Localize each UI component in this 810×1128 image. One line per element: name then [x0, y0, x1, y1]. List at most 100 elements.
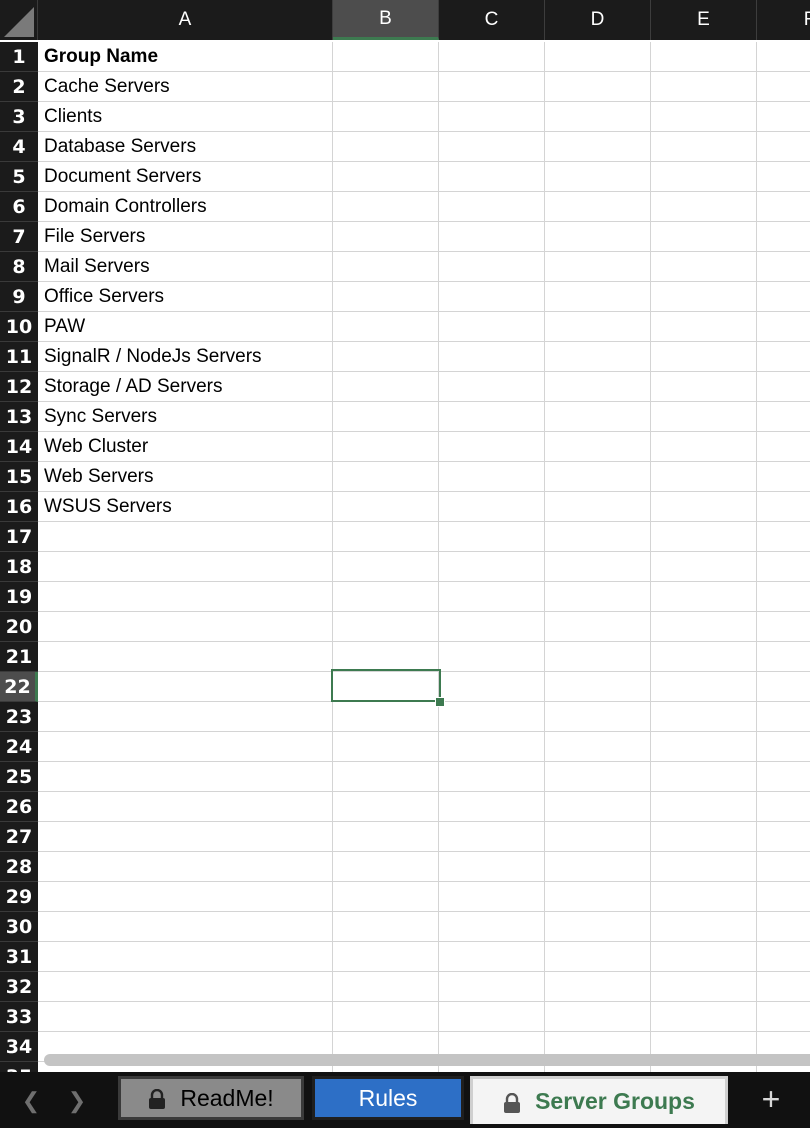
row-header[interactable]: 34 — [0, 1032, 38, 1062]
cell-a[interactable]: Storage / AD Servers — [38, 372, 333, 402]
cell[interactable] — [545, 402, 651, 432]
cell[interactable] — [333, 582, 439, 612]
cell[interactable] — [439, 1002, 545, 1032]
cell-a[interactable] — [38, 612, 333, 642]
column-header-c[interactable]: C — [439, 0, 545, 40]
column-header-d[interactable]: D — [545, 0, 651, 40]
chevron-left-icon[interactable]: ❮ — [20, 1088, 42, 1114]
cell[interactable] — [651, 672, 757, 702]
cell[interactable] — [545, 162, 651, 192]
row-header[interactable]: 30 — [0, 912, 38, 942]
cell[interactable] — [651, 582, 757, 612]
fill-handle[interactable] — [435, 697, 445, 707]
cell[interactable] — [545, 942, 651, 972]
cell[interactable] — [333, 762, 439, 792]
row-header[interactable]: 29 — [0, 882, 38, 912]
cell[interactable] — [757, 732, 810, 762]
row-header[interactable]: 7 — [0, 222, 38, 252]
cell[interactable] — [757, 342, 810, 372]
cell[interactable] — [545, 72, 651, 102]
cell[interactable] — [651, 432, 757, 462]
cell[interactable] — [545, 222, 651, 252]
cell[interactable] — [545, 912, 651, 942]
row-header[interactable]: 2 — [0, 72, 38, 102]
cell[interactable] — [545, 102, 651, 132]
row-header[interactable]: 9 — [0, 282, 38, 312]
cell-a[interactable] — [38, 582, 333, 612]
row-header[interactable]: 28 — [0, 852, 38, 882]
cell[interactable] — [757, 132, 810, 162]
cell-a[interactable] — [38, 852, 333, 882]
cell[interactable] — [439, 162, 545, 192]
cell-a[interactable] — [38, 642, 333, 672]
row-header[interactable]: 18 — [0, 552, 38, 582]
cell-a[interactable]: Clients — [38, 102, 333, 132]
cell[interactable] — [757, 462, 810, 492]
cell[interactable] — [757, 972, 810, 1002]
row-header[interactable]: 12 — [0, 372, 38, 402]
cell[interactable] — [757, 252, 810, 282]
cell[interactable] — [757, 432, 810, 462]
cell-a[interactable] — [38, 672, 333, 702]
column-header-b[interactable]: B — [333, 0, 439, 40]
cell[interactable] — [439, 612, 545, 642]
cell[interactable] — [651, 402, 757, 432]
cell[interactable] — [333, 912, 439, 942]
row-header[interactable]: 21 — [0, 642, 38, 672]
row-header[interactable]: 19 — [0, 582, 38, 612]
cell[interactable] — [333, 732, 439, 762]
cell[interactable] — [651, 972, 757, 1002]
cell[interactable] — [651, 552, 757, 582]
cell[interactable] — [545, 642, 651, 672]
cell[interactable] — [545, 612, 651, 642]
cell[interactable] — [757, 402, 810, 432]
cell[interactable] — [333, 522, 439, 552]
cell[interactable] — [545, 342, 651, 372]
cell[interactable] — [333, 132, 439, 162]
cell-a[interactable] — [38, 792, 333, 822]
cell[interactable] — [545, 522, 651, 552]
cell[interactable] — [333, 162, 439, 192]
cell[interactable] — [757, 882, 810, 912]
cell-a[interactable] — [38, 522, 333, 552]
cell[interactable] — [439, 42, 545, 72]
cell[interactable] — [651, 852, 757, 882]
cell[interactable] — [545, 822, 651, 852]
cell[interactable] — [757, 672, 810, 702]
cell[interactable] — [439, 222, 545, 252]
cell[interactable] — [545, 492, 651, 522]
cell-a[interactable]: Office Servers — [38, 282, 333, 312]
cell-a[interactable] — [38, 822, 333, 852]
row-header[interactable]: 4 — [0, 132, 38, 162]
cell[interactable] — [757, 312, 810, 342]
spreadsheet-grid[interactable]: ABCDEF 1 Group Name 2 Cache Servers 3 Clients… — [0, 0, 810, 1072]
cell[interactable] — [333, 342, 439, 372]
cell[interactable] — [545, 42, 651, 72]
cell[interactable] — [757, 1002, 810, 1032]
cell[interactable] — [333, 222, 439, 252]
cell[interactable] — [333, 612, 439, 642]
cell[interactable] — [333, 882, 439, 912]
cell[interactable] — [333, 312, 439, 342]
cell[interactable] — [757, 852, 810, 882]
row-header[interactable]: 10 — [0, 312, 38, 342]
cell-a[interactable] — [38, 972, 333, 1002]
cell-a[interactable] — [38, 762, 333, 792]
cell[interactable] — [545, 852, 651, 882]
column-header-e[interactable]: E — [651, 0, 757, 40]
cell[interactable] — [439, 552, 545, 582]
row-header[interactable]: 17 — [0, 522, 38, 552]
cell[interactable] — [439, 282, 545, 312]
cell[interactable] — [333, 282, 439, 312]
cell[interactable] — [651, 252, 757, 282]
cell[interactable] — [333, 102, 439, 132]
cell[interactable] — [757, 42, 810, 72]
cell[interactable] — [651, 102, 757, 132]
row-header[interactable]: 33 — [0, 1002, 38, 1032]
cell[interactable] — [757, 912, 810, 942]
cell[interactable] — [439, 522, 545, 552]
row-header[interactable]: 22 — [0, 672, 38, 702]
row-header[interactable]: 8 — [0, 252, 38, 282]
cell[interactable] — [439, 912, 545, 942]
add-sheet-button[interactable]: + — [740, 1080, 802, 1118]
